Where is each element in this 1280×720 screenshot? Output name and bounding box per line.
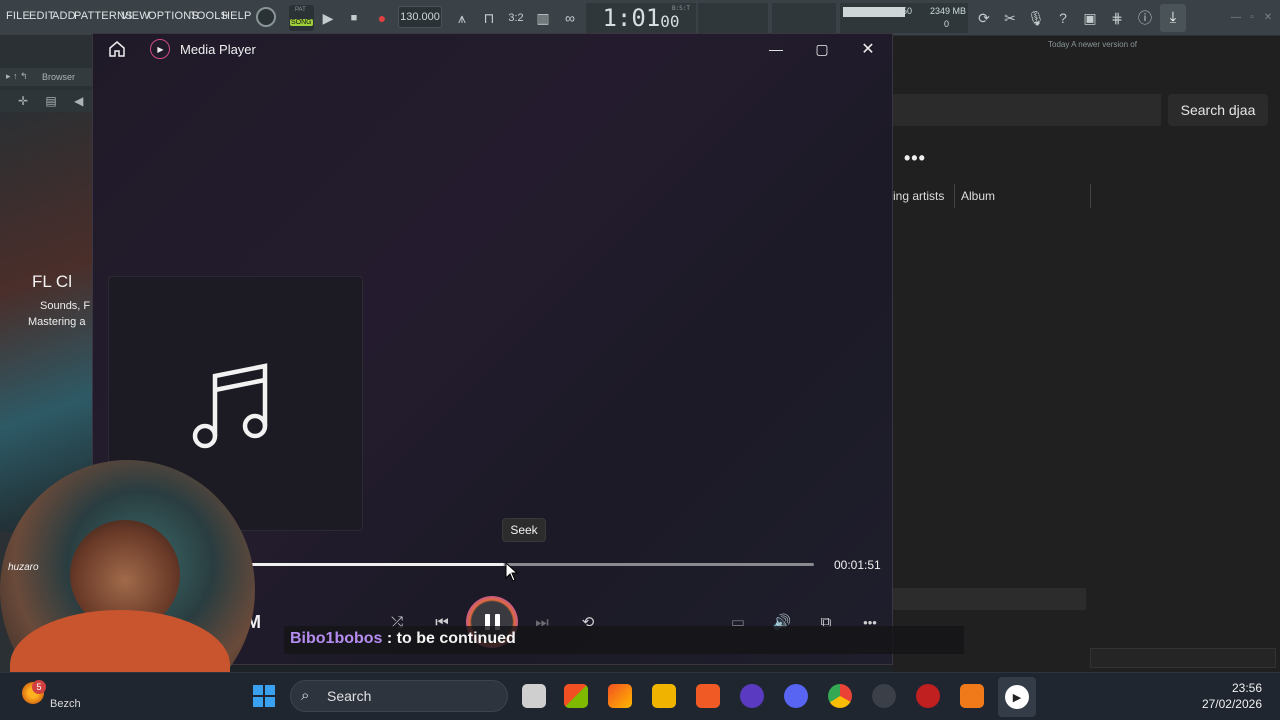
mouse-cursor-icon bbox=[505, 561, 519, 582]
task-view-icon[interactable] bbox=[522, 684, 546, 708]
browser-speaker-icon[interactable]: ◀ bbox=[74, 94, 83, 108]
office-icon[interactable] bbox=[608, 684, 632, 708]
cam-poster-label: huzaro bbox=[8, 562, 39, 573]
microphone-icon[interactable]: 🎙 bbox=[1026, 8, 1046, 28]
fl-studio-icon[interactable] bbox=[960, 684, 984, 708]
weather-label: Bezch bbox=[50, 698, 81, 710]
app-icon-purple[interactable] bbox=[740, 684, 764, 708]
time-sub: 00 bbox=[660, 11, 680, 31]
fl-close-icon[interactable]: ✕ bbox=[1258, 8, 1278, 28]
save-icon[interactable]: ▣ bbox=[1080, 8, 1100, 28]
column-header-artists[interactable]: ing artists bbox=[893, 189, 944, 203]
play-icon[interactable]: ▶ bbox=[318, 8, 338, 28]
promo-line1: Sounds, F bbox=[40, 300, 91, 312]
step-edit-icon[interactable]: ▥ bbox=[533, 8, 553, 28]
cpu-meter bbox=[843, 7, 905, 17]
stop-icon[interactable]: ■ bbox=[344, 8, 364, 28]
seek-slider[interactable] bbox=[240, 563, 814, 566]
duration-time: 00:01:51 bbox=[834, 558, 881, 572]
promo-title: FL Cl bbox=[32, 272, 72, 291]
mixer-icon[interactable]: ⋕ bbox=[1107, 8, 1127, 28]
stream-chat-message: Bibo1bobos : to be continued bbox=[284, 626, 964, 654]
record-icon[interactable]: ● bbox=[372, 8, 392, 28]
info-icon[interactable]: ⓘ bbox=[1135, 8, 1155, 28]
hint-panel bbox=[698, 3, 768, 33]
cut-icon[interactable]: ✂ bbox=[1000, 8, 1020, 28]
help-icon[interactable]: ? bbox=[1053, 8, 1073, 28]
discord-icon[interactable] bbox=[784, 684, 808, 708]
obs-icon[interactable] bbox=[872, 684, 896, 708]
memory-value: 2349 MB bbox=[930, 6, 967, 16]
fl-menu-view[interactable]: VIEW bbox=[121, 10, 150, 22]
bg-strip bbox=[893, 588, 1086, 610]
column-header-album[interactable]: Album bbox=[961, 189, 995, 203]
close-icon[interactable]: ✕ bbox=[856, 38, 880, 60]
media-player-task-icon: ▶ bbox=[1005, 685, 1029, 709]
song-label: SONG bbox=[290, 19, 313, 26]
brave-icon[interactable] bbox=[696, 684, 720, 708]
chat-separator: : bbox=[382, 630, 397, 647]
store-icon[interactable] bbox=[564, 684, 588, 708]
music-note-icon bbox=[192, 362, 267, 448]
wait-icon[interactable]: ⊓ bbox=[479, 8, 499, 28]
chat-text: to be continued bbox=[396, 630, 516, 647]
fl-menu-file[interactable]: FILE bbox=[6, 10, 30, 22]
fl-menu-help[interactable]: HELP bbox=[222, 10, 252, 22]
more-options-icon[interactable]: ••• bbox=[904, 148, 926, 169]
song-position: 1:01 00 B:S:T bbox=[586, 3, 696, 33]
download-icon[interactable]: ⤓ bbox=[1160, 4, 1186, 32]
memory-sub: 0 bbox=[944, 19, 950, 29]
fl-hint-text: Today A newer version of bbox=[1048, 40, 1137, 49]
loop-record-icon[interactable]: ∞ bbox=[560, 8, 580, 28]
seek-progress bbox=[240, 563, 505, 566]
seek-tooltip: Seek bbox=[502, 518, 546, 542]
start-icon[interactable] bbox=[252, 684, 276, 708]
cpu-value: 50 bbox=[902, 6, 913, 16]
clock-date: 27/02/2026 bbox=[1201, 697, 1262, 711]
bg-scrollbar[interactable] bbox=[1090, 648, 1276, 668]
master-knob[interactable] bbox=[256, 7, 276, 27]
oscilloscope bbox=[772, 3, 836, 33]
browser-header: ▸ ↑ ↰ Browser bbox=[0, 68, 92, 86]
column-divider bbox=[1090, 184, 1091, 208]
fl-toolbar: FILE EDIT ADD PATTERNS VIEW OPTIONS TOOL… bbox=[0, 0, 1280, 36]
pat-song-toggle[interactable]: PAT SONG bbox=[289, 5, 314, 31]
browser-tools: ✛ ▤ ◀ bbox=[0, 90, 92, 112]
weather-badge: 5 bbox=[32, 680, 46, 694]
browser-expand-icon[interactable]: ✛ bbox=[18, 94, 28, 108]
bg-search-box[interactable]: Search djaa bbox=[1168, 94, 1268, 126]
file-explorer-icon[interactable] bbox=[652, 684, 676, 708]
fl-menu-edit[interactable]: EDIT bbox=[29, 10, 55, 22]
media-player-task-active[interactable]: ▶ bbox=[998, 677, 1036, 717]
promo-line2: Mastering a bbox=[28, 316, 86, 328]
column-divider bbox=[954, 184, 955, 208]
refresh-icon[interactable]: ⟳ bbox=[974, 8, 994, 28]
background-music-app bbox=[893, 36, 1280, 672]
media-player-logo-icon: ▶ bbox=[150, 39, 170, 59]
chrome-icon[interactable] bbox=[828, 684, 852, 708]
taskbar-search-label: Search bbox=[327, 688, 372, 704]
browser-label: Browser bbox=[42, 72, 76, 82]
minimize-icon[interactable]: — bbox=[764, 38, 788, 60]
fl-menu-add[interactable]: ADD bbox=[52, 10, 76, 22]
maximize-icon[interactable]: ▢ bbox=[810, 38, 834, 60]
chat-username: Bibo1bobos bbox=[290, 630, 383, 647]
browser-file-icon[interactable]: ▤ bbox=[45, 94, 56, 108]
countdown-icon[interactable]: 3:2 bbox=[506, 8, 526, 28]
tempo-display[interactable]: 130.000 bbox=[398, 6, 442, 28]
app-icon-red[interactable] bbox=[916, 684, 940, 708]
home-icon[interactable] bbox=[106, 38, 128, 60]
time-main: 1:01 bbox=[602, 4, 661, 32]
windows-taskbar bbox=[0, 672, 1280, 720]
time-unit: B:S:T bbox=[671, 5, 690, 12]
clock-time: 23:56 bbox=[1231, 681, 1262, 695]
cpu-memory-panel: 50 2349 MB 0 bbox=[840, 3, 968, 33]
taskbar-search[interactable]: ⌕ Search bbox=[290, 680, 508, 712]
search-icon: ⌕ bbox=[301, 687, 310, 704]
pat-label: PAT bbox=[295, 7, 306, 13]
window-title: Media Player bbox=[180, 42, 256, 57]
browser-arrows-icon[interactable]: ▸ ↑ ↰ bbox=[6, 71, 28, 82]
bg-toolbar bbox=[893, 94, 1161, 126]
metronome-icon[interactable]: ⩚ bbox=[452, 8, 472, 28]
